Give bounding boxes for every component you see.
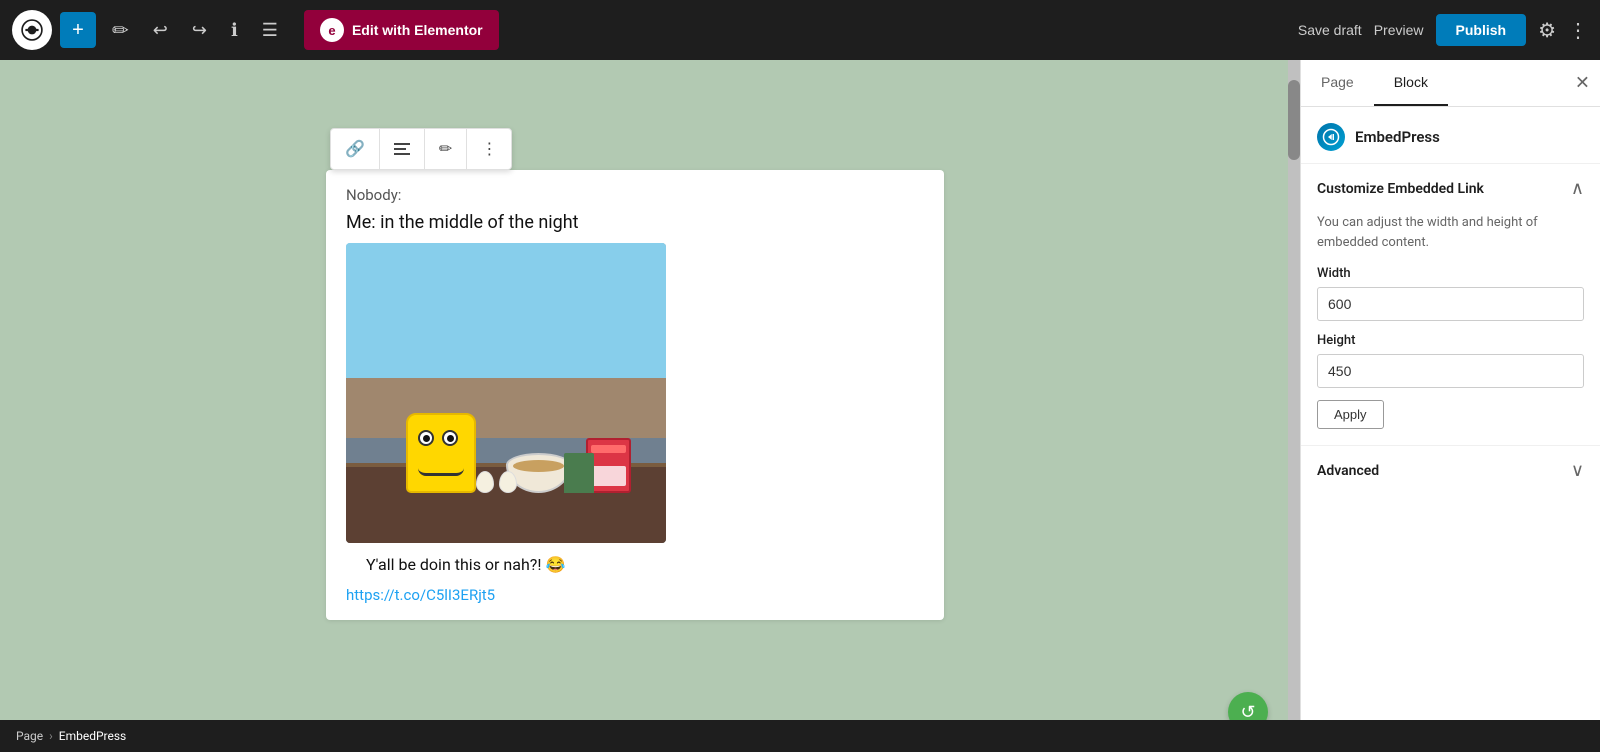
- breadcrumb-separator: ›: [49, 729, 53, 743]
- list-view-button[interactable]: ☰: [254, 14, 286, 47]
- link-button[interactable]: 🔗: [331, 129, 380, 169]
- main-area: 🔗 ✏ ⋮ Nobody: Me: in the middle of the n…: [0, 60, 1600, 752]
- canvas: 🔗 ✏ ⋮ Nobody: Me: in the middle of the n…: [0, 60, 1288, 752]
- tab-page[interactable]: Page: [1301, 60, 1374, 106]
- topbar-right: Save draft Preview Publish ⚙ ⋮: [1298, 14, 1588, 46]
- advanced-section[interactable]: Advanced ∨: [1301, 446, 1600, 495]
- right-panel: Page Block ✕ EmbedPress Customize Embedd…: [1300, 60, 1600, 752]
- publish-button[interactable]: Publish: [1436, 14, 1527, 46]
- customize-section-title: Customize Embedded Link: [1317, 181, 1484, 197]
- info-button[interactable]: ℹ: [223, 14, 246, 47]
- height-input[interactable]: [1317, 354, 1584, 388]
- embed-card: Nobody: Me: in the middle of the night: [326, 170, 944, 620]
- breadcrumb: Page › EmbedPress: [0, 720, 1600, 752]
- spongebob-scene: [346, 243, 666, 543]
- add-block-button[interactable]: +: [60, 12, 96, 48]
- embed-image: [346, 243, 666, 543]
- breadcrumb-page: Page: [16, 729, 43, 743]
- elementor-icon: e: [320, 18, 344, 42]
- embed-me-text: Me: in the middle of the night: [326, 212, 944, 243]
- preview-button[interactable]: Preview: [1374, 22, 1424, 38]
- height-label: Height: [1317, 333, 1584, 348]
- embed-link[interactable]: https://t.co/C5lI3ERjt5: [346, 586, 924, 604]
- block-toolbar: 🔗 ✏ ⋮: [330, 128, 512, 170]
- advanced-toggle-icon: ∨: [1571, 460, 1584, 481]
- more-block-options-button[interactable]: ⋮: [467, 129, 511, 169]
- embed-card-bottom: Y'all be doin this or nah?! 😂 https://t.…: [326, 555, 944, 620]
- topbar: + ✏ ↩ ↪ ℹ ☰ e Edit with Elementor Save d…: [0, 0, 1600, 60]
- align-button[interactable]: [380, 129, 425, 169]
- breadcrumb-embedpress: EmbedPress: [59, 729, 127, 743]
- settings-button[interactable]: ⚙: [1538, 18, 1556, 43]
- canvas-scrollbar[interactable]: [1288, 60, 1300, 752]
- customize-section-header[interactable]: Customize Embedded Link ∧: [1301, 164, 1600, 213]
- plugin-name-label: EmbedPress: [1355, 128, 1440, 146]
- tab-block[interactable]: Block: [1374, 60, 1448, 106]
- edit-embed-button[interactable]: ✏: [425, 129, 467, 169]
- nobody-label: Nobody:: [346, 186, 401, 204]
- apply-button[interactable]: Apply: [1317, 400, 1384, 429]
- plugin-header: EmbedPress: [1301, 107, 1600, 164]
- customize-section-body: You can adjust the width and height of e…: [1301, 213, 1600, 445]
- wp-logo: [12, 10, 52, 50]
- more-options-button[interactable]: ⋮: [1568, 18, 1588, 43]
- embedpress-icon: [1317, 123, 1345, 151]
- width-label: Width: [1317, 266, 1584, 281]
- embed-caption: Y'all be doin this or nah?! 😂: [346, 555, 924, 586]
- edit-elementor-button[interactable]: e Edit with Elementor: [304, 10, 499, 50]
- customize-toggle-icon: ∧: [1571, 178, 1584, 199]
- save-draft-button[interactable]: Save draft: [1298, 22, 1362, 38]
- customize-description: You can adjust the width and height of e…: [1317, 213, 1584, 252]
- customize-section: Customize Embedded Link ∧ You can adjust…: [1301, 164, 1600, 446]
- tools-button[interactable]: ✏: [104, 12, 137, 49]
- undo-button[interactable]: ↩: [145, 14, 176, 47]
- panel-close-button[interactable]: ✕: [1575, 73, 1590, 94]
- redo-button[interactable]: ↪: [184, 14, 215, 47]
- width-input[interactable]: [1317, 287, 1584, 321]
- canvas-scrollbar-thumb: [1288, 80, 1300, 160]
- embed-nobody-text: Nobody:: [326, 170, 944, 212]
- edit-elementor-label: Edit with Elementor: [352, 22, 483, 38]
- panel-tabs: Page Block ✕: [1301, 60, 1600, 107]
- advanced-title: Advanced: [1317, 463, 1379, 479]
